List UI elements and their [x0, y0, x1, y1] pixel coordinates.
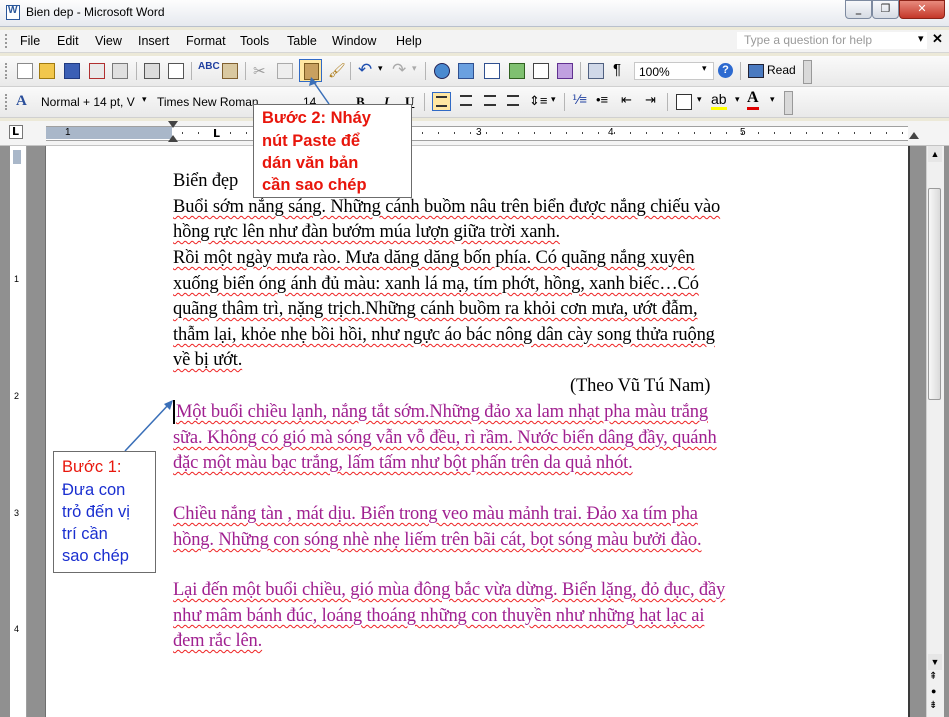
callout-line: Bước 2: Nháy [262, 109, 371, 127]
callout-line: Đưa con [62, 481, 126, 499]
callout-line: nút Paste để [262, 132, 361, 150]
annotation-arrows [124, 77, 330, 452]
callout-line: cần sao chép [262, 176, 367, 194]
callout-step2: Bước 2: Nháy nút Paste để dán văn bản cầ… [253, 104, 412, 198]
arrow-to-cursor [124, 402, 171, 452]
callout-step1: Bước 1: Đưa con trỏ đến vị trí cần sao c… [53, 451, 156, 573]
callout-line: sao chép [62, 547, 129, 565]
arrow-to-paste [312, 80, 330, 105]
callout-line: Bước 1: [62, 458, 122, 476]
callout-line: dán văn bản [262, 154, 359, 172]
callout-line: trỏ đến vị [62, 503, 130, 521]
callout-line: trí cần [62, 525, 108, 543]
